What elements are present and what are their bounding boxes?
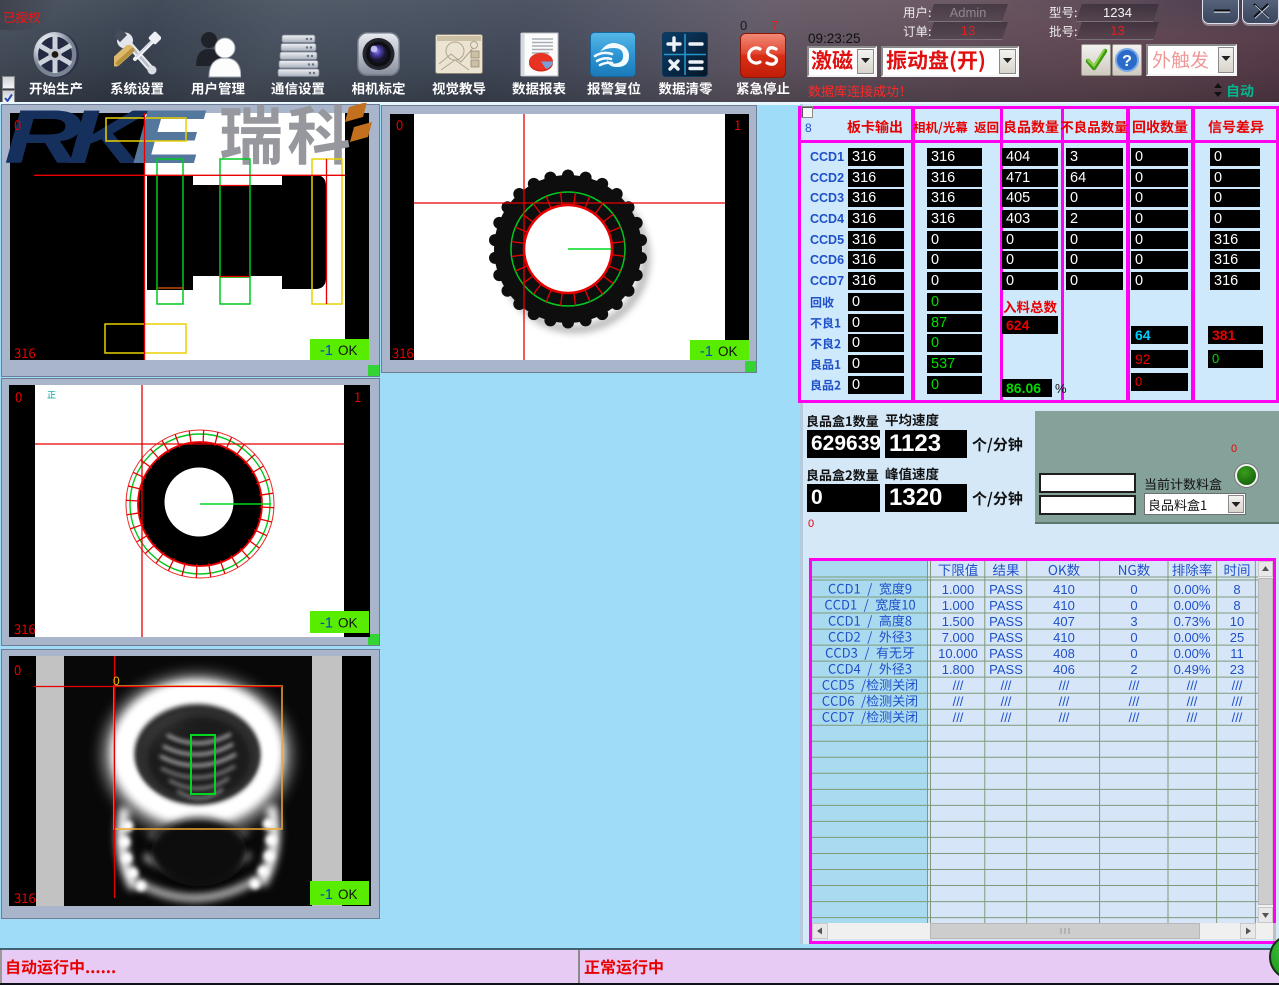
svg-text:-1: -1 [320,616,333,632]
svg-text:OK: OK [718,344,738,359]
svg-text:OK: OK [338,887,358,902]
svg-text:0: 0 [113,674,120,688]
svg-text:-1: -1 [320,887,333,903]
svg-text:?: ? [1122,53,1132,70]
svg-text:OK: OK [338,343,358,358]
svg-text:OK: OK [338,616,358,631]
svg-text:-1: -1 [320,343,333,359]
svg-text:-1: -1 [700,344,713,360]
